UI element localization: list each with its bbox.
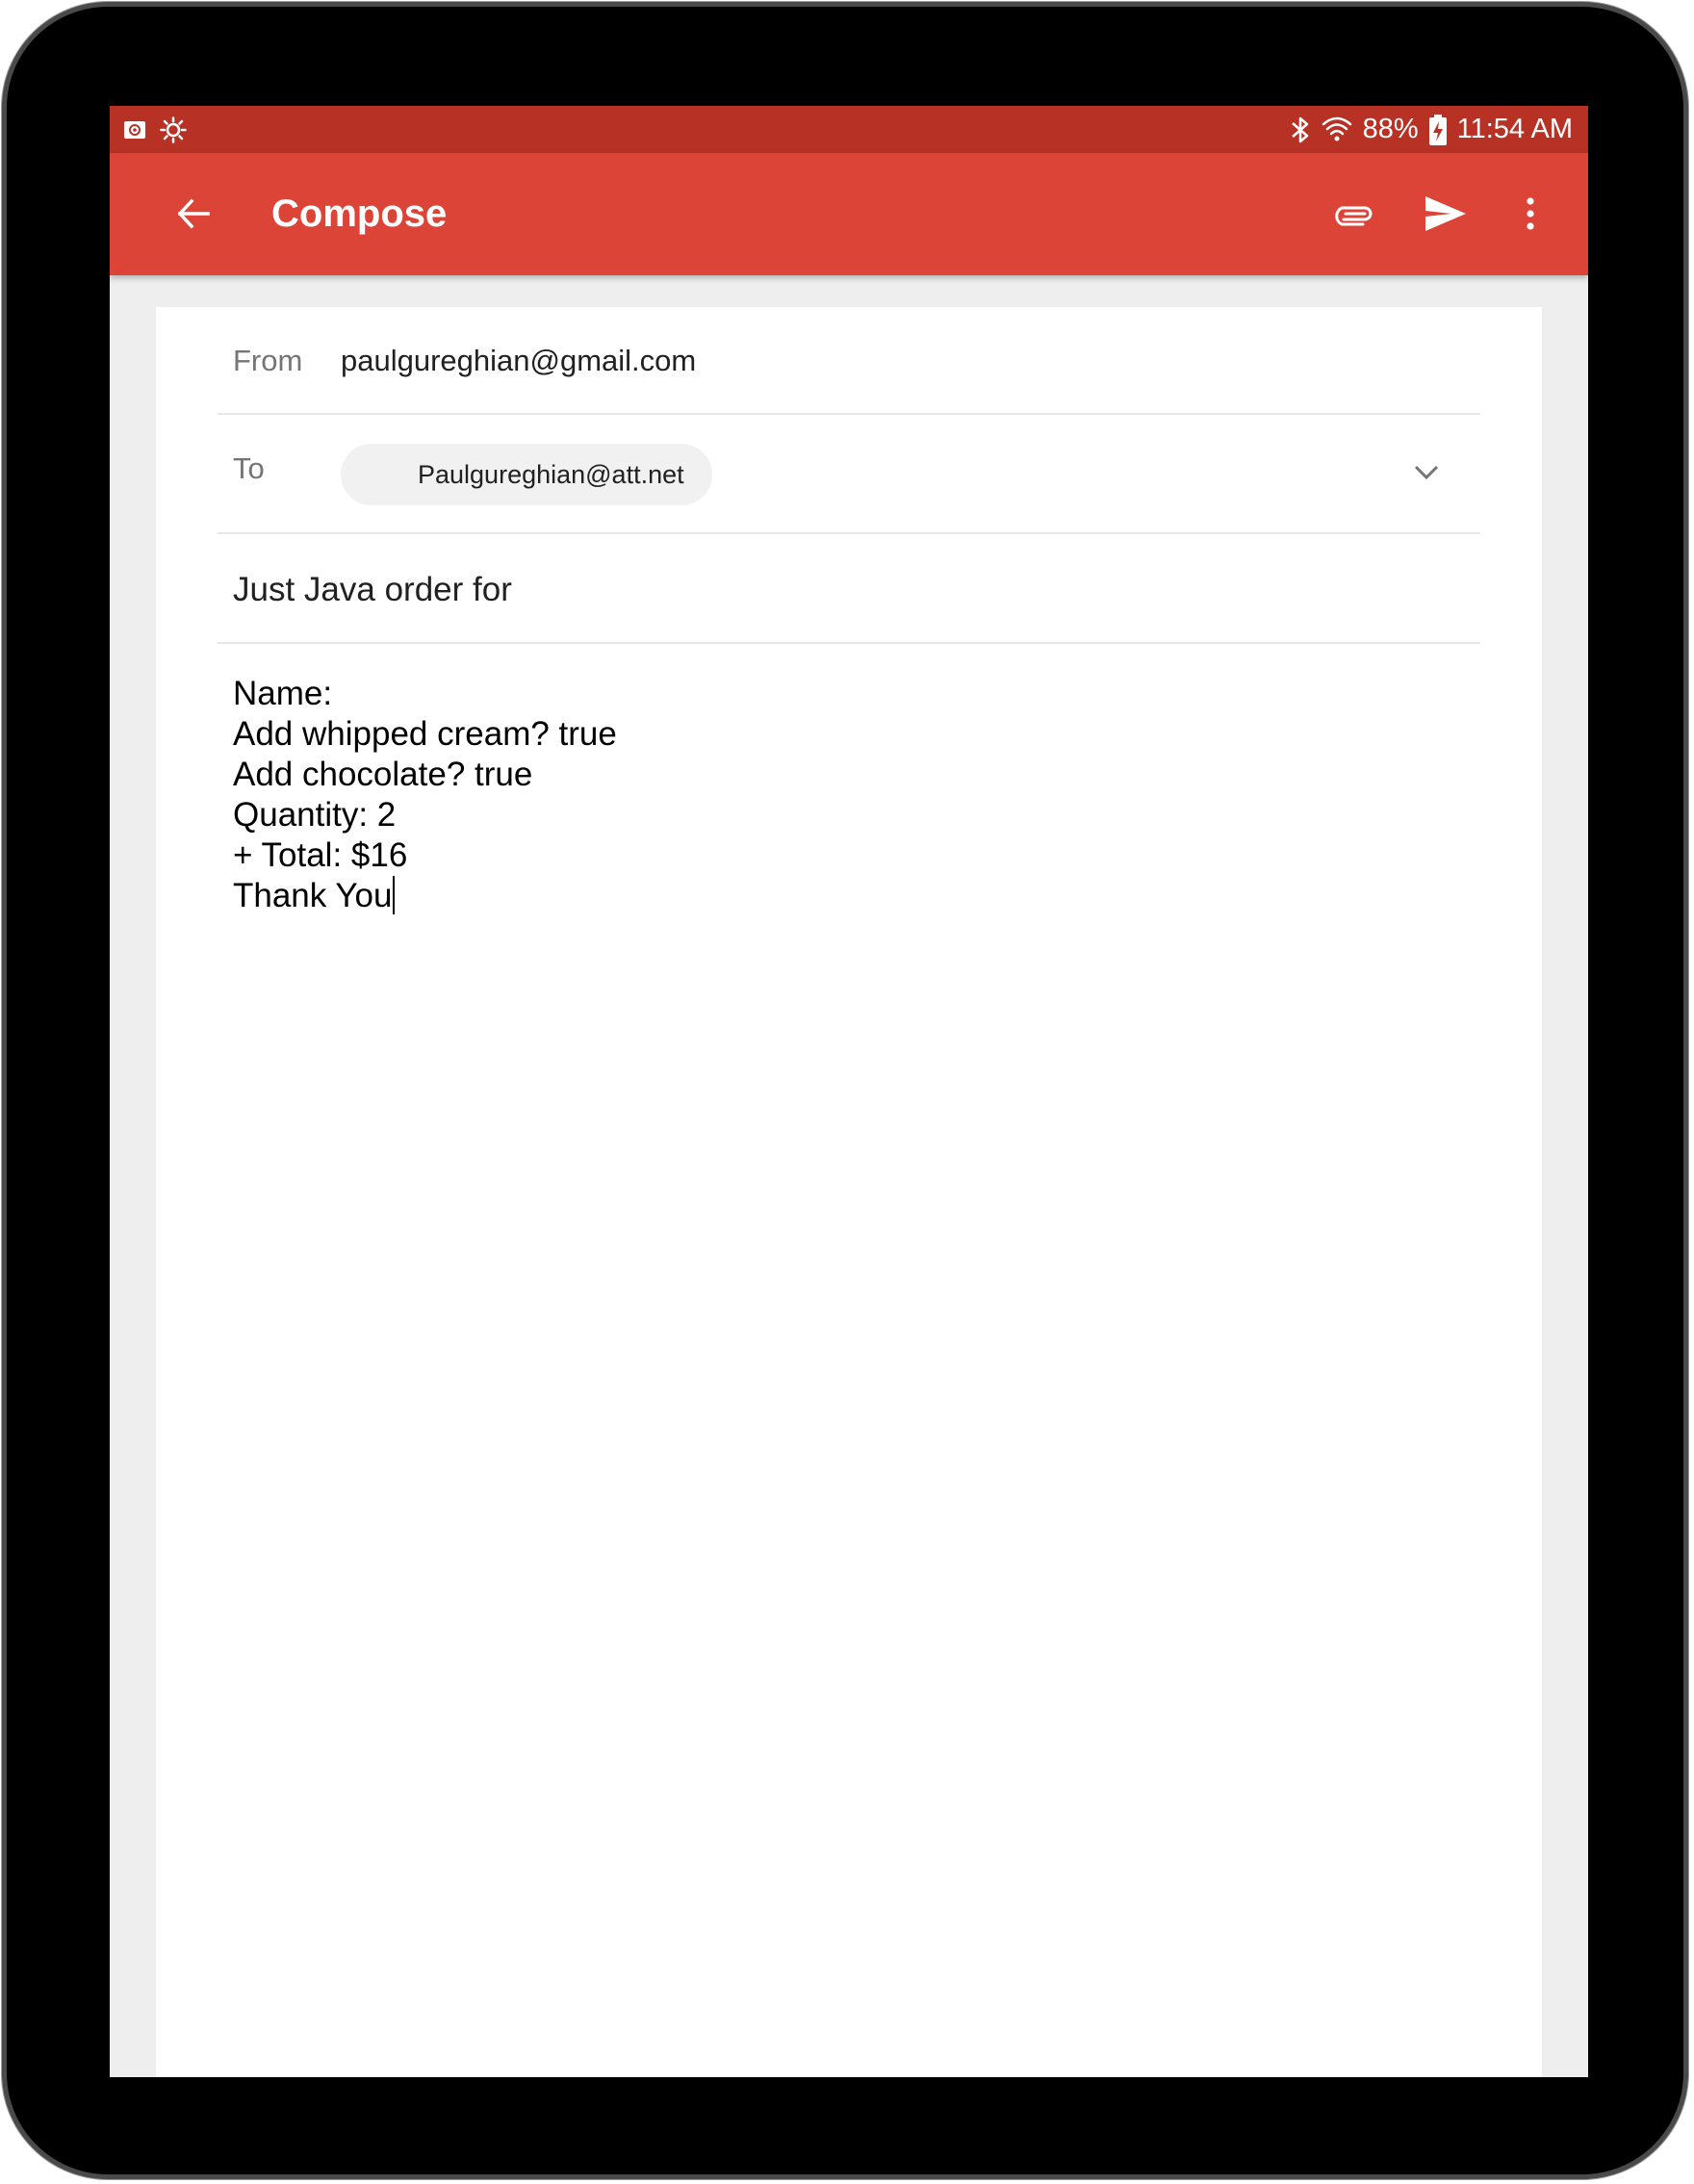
more-options-button[interactable] <box>1502 185 1559 243</box>
clock: 11:54 AM <box>1456 114 1573 144</box>
brightness-icon <box>160 116 187 143</box>
body-line: Thank You <box>233 877 393 914</box>
expand-recipients-button[interactable] <box>1407 453 1446 492</box>
compose-form: From paulgureghian@gmail.com To Paulgure… <box>156 307 1542 2077</box>
subject-row[interactable]: Just Java order for <box>218 534 1480 644</box>
recipient-chip[interactable]: Paulgureghian@att.net <box>341 444 712 505</box>
from-account[interactable]: paulgureghian@gmail.com <box>341 344 696 378</box>
recipient-address: Paulgureghian@att.net <box>418 460 684 489</box>
bluetooth-icon <box>1290 115 1311 145</box>
app-bar: Compose <box>110 153 1588 275</box>
to-row[interactable]: To Paulgureghian@att.net <box>218 415 1480 534</box>
notification-icon <box>123 119 146 141</box>
screen: 88% 11:54 AM Compose From paulgureghian@… <box>110 106 1588 2077</box>
back-arrow-icon <box>177 198 210 229</box>
body-line: + Total: $16 <box>233 836 408 874</box>
text-cursor <box>393 876 396 914</box>
wifi-icon <box>1321 115 1353 145</box>
more-vert-icon <box>1527 197 1534 230</box>
body-line: Add chocolate? true <box>233 756 533 793</box>
body-line: Quantity: 2 <box>233 796 397 834</box>
from-label: From <box>233 344 303 377</box>
battery-charging-icon <box>1428 114 1448 146</box>
attach-button[interactable] <box>1324 185 1382 243</box>
status-left <box>123 106 187 153</box>
status-right: 88% 11:54 AM <box>1290 106 1573 153</box>
body-last-line: Thank You <box>233 876 1465 916</box>
status-bar: 88% 11:54 AM <box>110 106 1588 153</box>
attach-icon <box>1335 206 1373 226</box>
to-label: To <box>233 451 265 485</box>
message-body[interactable]: Name: Add whipped cream? true Add chocol… <box>233 674 1465 916</box>
chevron-down-icon <box>1414 465 1439 480</box>
battery-percent: 88% <box>1362 114 1419 144</box>
from-row[interactable]: From paulgureghian@gmail.com <box>218 307 1480 415</box>
back-button[interactable] <box>167 188 219 240</box>
page-title: Compose <box>271 193 448 235</box>
body-line: Name: <box>233 675 333 712</box>
body-line: Add whipped cream? true <box>233 715 617 753</box>
send-icon <box>1425 196 1466 231</box>
subject-field[interactable]: Just Java order for <box>233 571 512 609</box>
send-button[interactable] <box>1417 185 1475 243</box>
